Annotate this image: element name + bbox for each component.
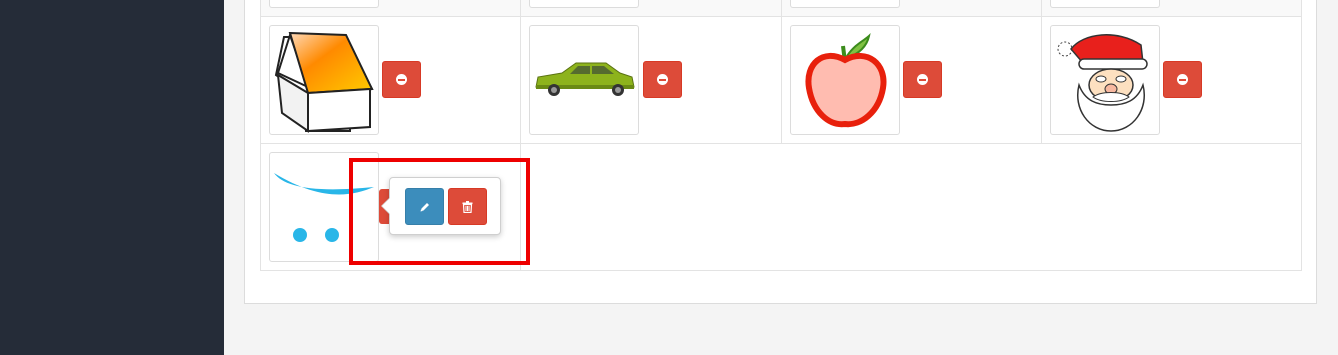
sidebar bbox=[0, 0, 224, 355]
remove-image-button[interactable] bbox=[903, 61, 942, 98]
image-thumbnail-cart[interactable] bbox=[269, 152, 379, 262]
cart-logo-image bbox=[274, 173, 374, 242]
minus-circle-icon bbox=[1177, 74, 1188, 85]
image-thumbnail[interactable] bbox=[1050, 0, 1160, 8]
remove-image-button[interactable] bbox=[382, 61, 421, 98]
pencil-icon bbox=[420, 202, 429, 211]
image-thumbnail[interactable] bbox=[269, 0, 379, 8]
image-thumbnail[interactable] bbox=[529, 0, 639, 8]
column-divider bbox=[520, 0, 521, 270]
remove-image-button[interactable] bbox=[1163, 61, 1202, 98]
minus-circle-icon bbox=[917, 74, 928, 85]
edit-image-button[interactable] bbox=[405, 188, 444, 225]
image-thumbnail-santa[interactable] bbox=[1050, 25, 1160, 135]
trash-icon bbox=[462, 200, 473, 213]
minus-circle-icon bbox=[657, 74, 668, 85]
apple-image bbox=[805, 32, 887, 128]
house-image bbox=[274, 31, 374, 133]
image-thumbnail-car[interactable] bbox=[529, 25, 639, 135]
santa-image bbox=[1057, 34, 1148, 132]
image-thumbnail[interactable] bbox=[790, 0, 900, 8]
popover-arrow bbox=[382, 198, 390, 214]
remove-image-button[interactable] bbox=[643, 61, 682, 98]
delete-image-button[interactable] bbox=[448, 188, 487, 225]
column-divider bbox=[781, 0, 782, 143]
column-divider bbox=[1041, 0, 1042, 143]
image-thumbnail-house[interactable] bbox=[269, 25, 379, 135]
image-thumbnail-apple[interactable] bbox=[790, 25, 900, 135]
minus-circle-icon bbox=[396, 74, 407, 85]
car-image bbox=[535, 62, 635, 96]
